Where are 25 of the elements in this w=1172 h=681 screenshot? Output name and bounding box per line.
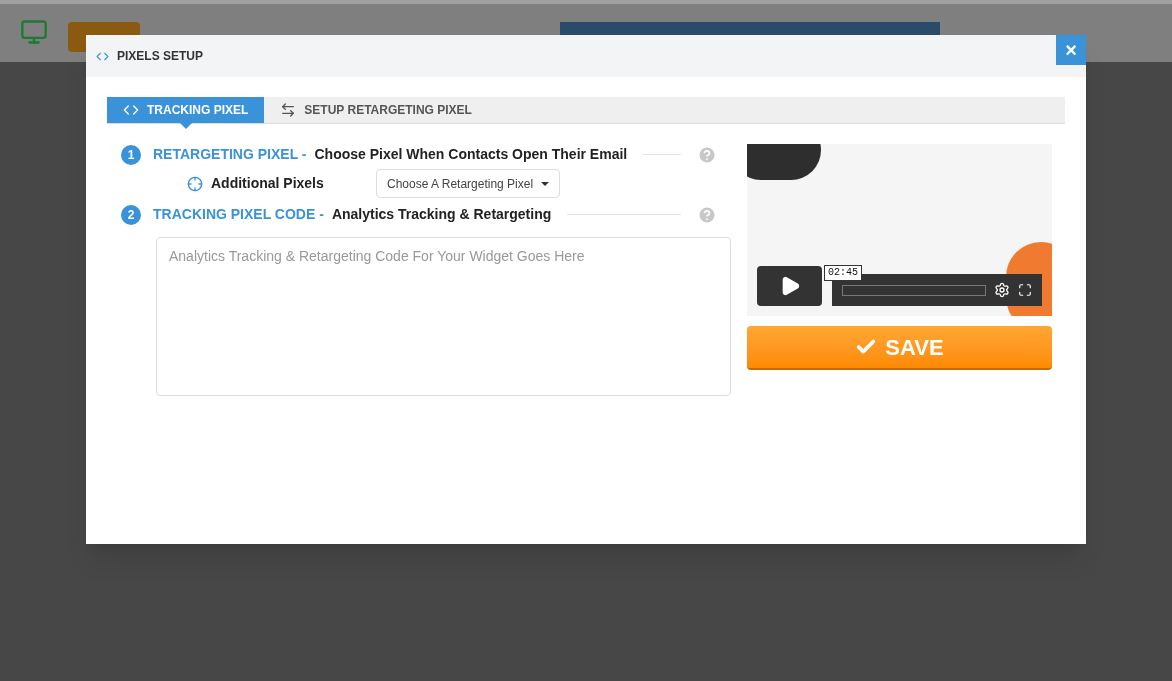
close-button[interactable]: ×: [1056, 35, 1086, 65]
section-subheading: Choose Pixel When Contacts Open Their Email: [314, 145, 628, 164]
help-icon[interactable]: [697, 144, 717, 165]
play-button[interactable]: [757, 266, 822, 306]
video-player[interactable]: 02:45: [747, 144, 1052, 316]
time-tooltip: 02:45: [824, 265, 862, 281]
additional-pixels-label: Additional Pixels: [211, 174, 325, 193]
code-icon: [123, 102, 139, 118]
section-heading: TRACKING PIXEL CODE -: [153, 205, 324, 224]
retargeting-pixel-dropdown[interactable]: Choose A Retargeting Pixel: [376, 169, 561, 198]
tab-pointer: [179, 123, 192, 129]
settings-icon[interactable]: [994, 282, 1010, 298]
fullscreen-icon[interactable]: [1018, 283, 1032, 297]
caret-icon: [541, 181, 550, 186]
section-subheading: Analytics Tracking & Retargeting: [331, 205, 552, 224]
modal-title: PIXELS SETUP: [117, 48, 204, 65]
tab[interactable]: TRACKING PIXEL: [107, 97, 265, 123]
step-number: 2: [121, 204, 141, 225]
help-icon[interactable]: [697, 204, 717, 225]
progress-track[interactable]: [842, 284, 986, 296]
section-heading: RETARGETING PIXEL -: [153, 145, 307, 164]
crosshair-icon: [187, 175, 203, 192]
code-field[interactable]: Analytics Tracking & Retargeting Code For Your Widget Goes Here: [156, 237, 731, 396]
swap-arrows-icon: [280, 102, 297, 118]
step-number: 1: [121, 144, 141, 165]
